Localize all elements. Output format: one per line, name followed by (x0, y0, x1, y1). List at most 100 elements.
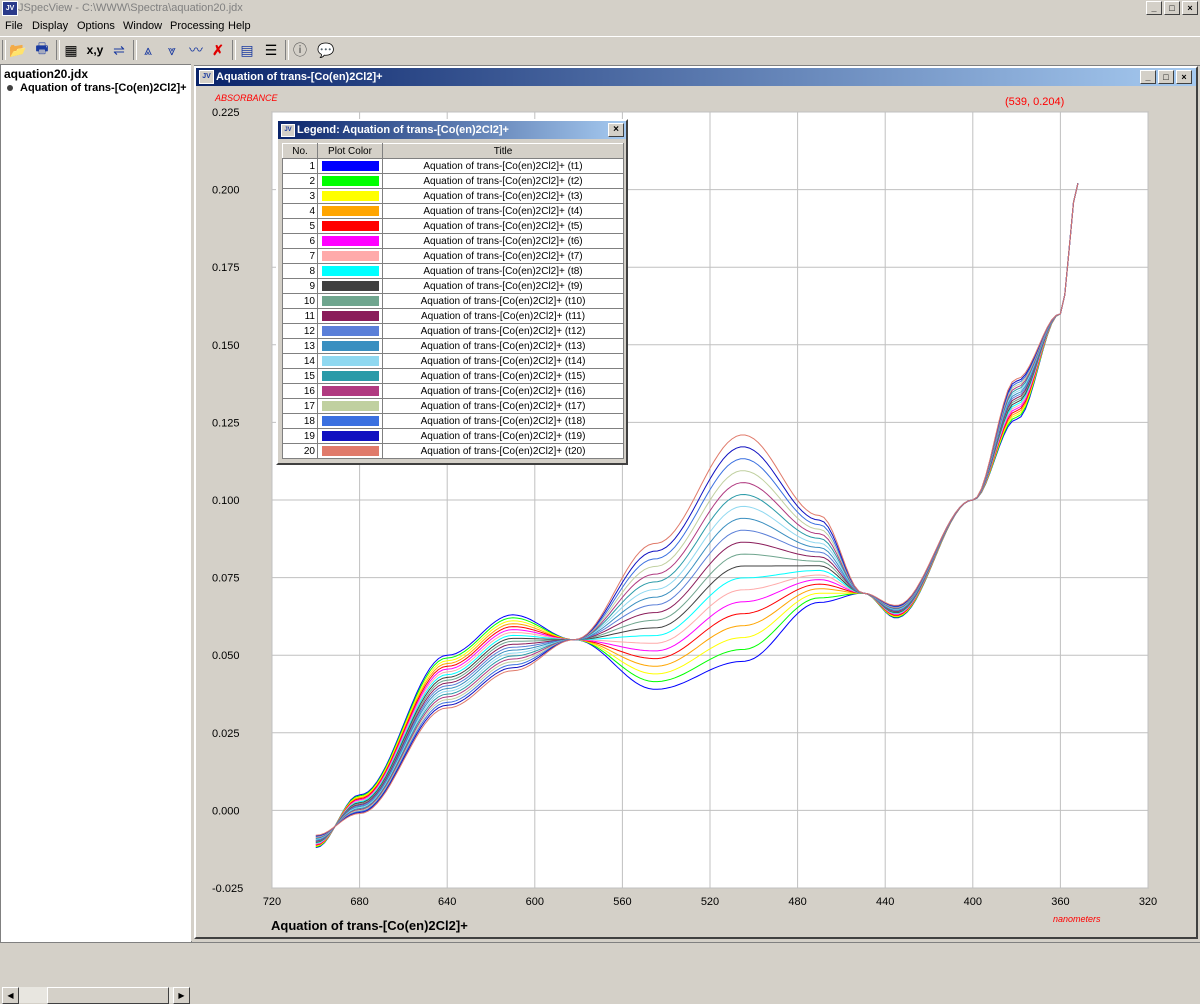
legend-row-title: Aquation of trans-[Co(en)2Cl2]+ (t3) (382, 188, 624, 204)
legend-row[interactable]: 5 Aquation of trans-[Co(en)2Cl2]+ (t5) (282, 218, 624, 234)
color-swatch (321, 431, 379, 441)
legend-row[interactable]: 19 Aquation of trans-[Co(en)2Cl2]+ (t19) (282, 428, 624, 444)
legend-row-number: 10 (282, 293, 318, 309)
legend-row[interactable]: 8 Aquation of trans-[Co(en)2Cl2]+ (t8) (282, 263, 624, 279)
legend-row-color (317, 368, 383, 384)
source-view-icon[interactable]: ▤ (236, 39, 258, 61)
color-swatch (321, 296, 379, 306)
child-close-button[interactable]: × (1176, 70, 1192, 84)
legend-dialog[interactable]: JV Legend: Aquation of trans-[Co(en)2Cl2… (276, 119, 628, 465)
legend-row[interactable]: 13 Aquation of trans-[Co(en)2Cl2]+ (t13) (282, 338, 624, 354)
minimize-button[interactable]: _ (1146, 1, 1162, 15)
legend-row-number: 5 (282, 218, 318, 234)
color-swatch (321, 221, 379, 231)
color-swatch (321, 356, 379, 366)
legend-row-number: 8 (282, 263, 318, 279)
legend-row[interactable]: 11 Aquation of trans-[Co(en)2Cl2]+ (t11) (282, 308, 624, 324)
legend-row-number: 4 (282, 203, 318, 219)
color-swatch (321, 281, 379, 291)
overlay-spectra-icon[interactable]: ⩓ (137, 39, 159, 61)
coordinates-button[interactable]: x,y (84, 39, 106, 61)
legend-row-color (317, 263, 383, 279)
legend-row-title: Aquation of trans-[Co(en)2Cl2]+ (t10) (382, 293, 624, 309)
legend-row-color (317, 323, 383, 339)
legend-row-number: 18 (282, 413, 318, 429)
legend-row-number: 2 (282, 173, 318, 189)
legend-row[interactable]: 4 Aquation of trans-[Co(en)2Cl2]+ (t4) (282, 203, 624, 219)
legend-row-color (317, 428, 383, 444)
close-button[interactable]: × (1182, 1, 1198, 15)
legend-row[interactable]: 12 Aquation of trans-[Co(en)2Cl2]+ (t12) (282, 323, 624, 339)
legend-row-title: Aquation of trans-[Co(en)2Cl2]+ (t15) (382, 368, 624, 384)
legend-row-number: 19 (282, 428, 318, 444)
menu-options[interactable]: Options (77, 20, 115, 32)
spectrum-window-title: Aquation of trans-[Co(en)2Cl2]+ (216, 71, 383, 83)
color-swatch (321, 386, 379, 396)
legend-close-button[interactable]: × (608, 123, 624, 137)
legend-row-number: 11 (282, 308, 318, 324)
legend-row[interactable]: 17 Aquation of trans-[Co(en)2Cl2]+ (t17) (282, 398, 624, 414)
tree-horizontal-scrollbar[interactable]: ◀ ▶ (2, 987, 190, 1004)
split-spectra-icon[interactable]: ⩔ (161, 39, 183, 61)
color-swatch (321, 401, 379, 411)
legend-list-icon[interactable]: ☰ (260, 39, 282, 61)
menu-processing[interactable]: Processing (170, 20, 224, 32)
legend-row-color (317, 383, 383, 399)
reverse-plot-icon[interactable]: ⇌ (108, 39, 130, 61)
legend-row-color (317, 233, 383, 249)
scroll-thumb[interactable] (47, 987, 169, 1004)
restore-button[interactable]: □ (1164, 1, 1180, 15)
open-icon[interactable]: 📂 (7, 39, 29, 61)
legend-row[interactable]: 16 Aquation of trans-[Co(en)2Cl2]+ (t16) (282, 383, 624, 399)
legend-row[interactable]: 2 Aquation of trans-[Co(en)2Cl2]+ (t2) (282, 173, 624, 189)
legend-row-color (317, 173, 383, 189)
print-icon[interactable]: 🖶 (31, 39, 53, 61)
color-swatch (321, 251, 379, 261)
legend-titlebar[interactable]: JV Legend: Aquation of trans-[Co(en)2Cl2… (278, 121, 626, 139)
tree-spectrum-node[interactable]: Aquation of trans-[Co(en)2Cl2]+ (7, 82, 187, 94)
legend-row-title: Aquation of trans-[Co(en)2Cl2]+ (t18) (382, 413, 624, 429)
legend-row[interactable]: 20 Aquation of trans-[Co(en)2Cl2]+ (t20) (282, 443, 624, 459)
menu-help[interactable]: Help (228, 20, 251, 32)
tree-node-icon (7, 85, 13, 92)
close-spectrum-icon[interactable]: ✗ (207, 39, 229, 61)
legend-row-color (317, 203, 383, 219)
legend-row[interactable]: 10 Aquation of trans-[Co(en)2Cl2]+ (t10) (282, 293, 624, 309)
menu-file[interactable]: File (5, 20, 23, 32)
legend-header-title[interactable]: Title (382, 143, 624, 159)
color-swatch (321, 191, 379, 201)
legend-row[interactable]: 7 Aquation of trans-[Co(en)2Cl2]+ (t7) (282, 248, 624, 264)
legend-row-color (317, 158, 383, 174)
scroll-right-arrow-icon[interactable]: ▶ (173, 987, 190, 1004)
legend-header-color[interactable]: Plot Color (317, 143, 383, 159)
tree-file-node[interactable]: aquation20.jdx (4, 67, 88, 81)
legend-row-title: Aquation of trans-[Co(en)2Cl2]+ (t20) (382, 443, 624, 459)
grid-icon[interactable]: ▦ (60, 39, 82, 61)
help-icon[interactable]: 💬 (315, 39, 337, 61)
menu-bar: File Display Options Window Processing H… (0, 17, 1200, 36)
legend-row[interactable]: 3 Aquation of trans-[Co(en)2Cl2]+ (t3) (282, 188, 624, 204)
legend-row[interactable]: 9 Aquation of trans-[Co(en)2Cl2]+ (t9) (282, 278, 624, 294)
about-icon[interactable]: ⓘ (289, 39, 311, 61)
legend-row-title: Aquation of trans-[Co(en)2Cl2]+ (t4) (382, 203, 624, 219)
status-bar (0, 942, 1200, 961)
legend-row[interactable]: 15 Aquation of trans-[Co(en)2Cl2]+ (t15) (282, 368, 624, 384)
tree-spectrum-label: Aquation of trans-[Co(en)2Cl2]+ (20, 82, 187, 94)
legend-row[interactable]: 6 Aquation of trans-[Co(en)2Cl2]+ (t6) (282, 233, 624, 249)
scroll-left-arrow-icon[interactable]: ◀ (2, 987, 19, 1004)
menu-display[interactable]: Display (32, 20, 68, 32)
legend-header-no[interactable]: No. (282, 143, 318, 159)
child-restore-button[interactable]: □ (1158, 70, 1174, 84)
legend-row[interactable]: 1 Aquation of trans-[Co(en)2Cl2]+ (t1) (282, 158, 624, 174)
menu-window[interactable]: Window (123, 20, 162, 32)
legend-row[interactable]: 18 Aquation of trans-[Co(en)2Cl2]+ (t18) (282, 413, 624, 429)
legend-row-title: Aquation of trans-[Co(en)2Cl2]+ (t5) (382, 218, 624, 234)
legend-row-color (317, 398, 383, 414)
child-minimize-button[interactable]: _ (1140, 70, 1156, 84)
legend-row-color (317, 293, 383, 309)
legend-row[interactable]: 14 Aquation of trans-[Co(en)2Cl2]+ (t14) (282, 353, 624, 369)
color-swatch (321, 176, 379, 186)
spectrum-window-titlebar[interactable]: JV Aquation of trans-[Co(en)2Cl2]+ _ □ × (196, 68, 1196, 86)
spectra-tree[interactable]: aquation20.jdx Aquation of trans-[Co(en)… (0, 64, 192, 1004)
overlay-key-icon[interactable]: 〰 (185, 39, 207, 61)
